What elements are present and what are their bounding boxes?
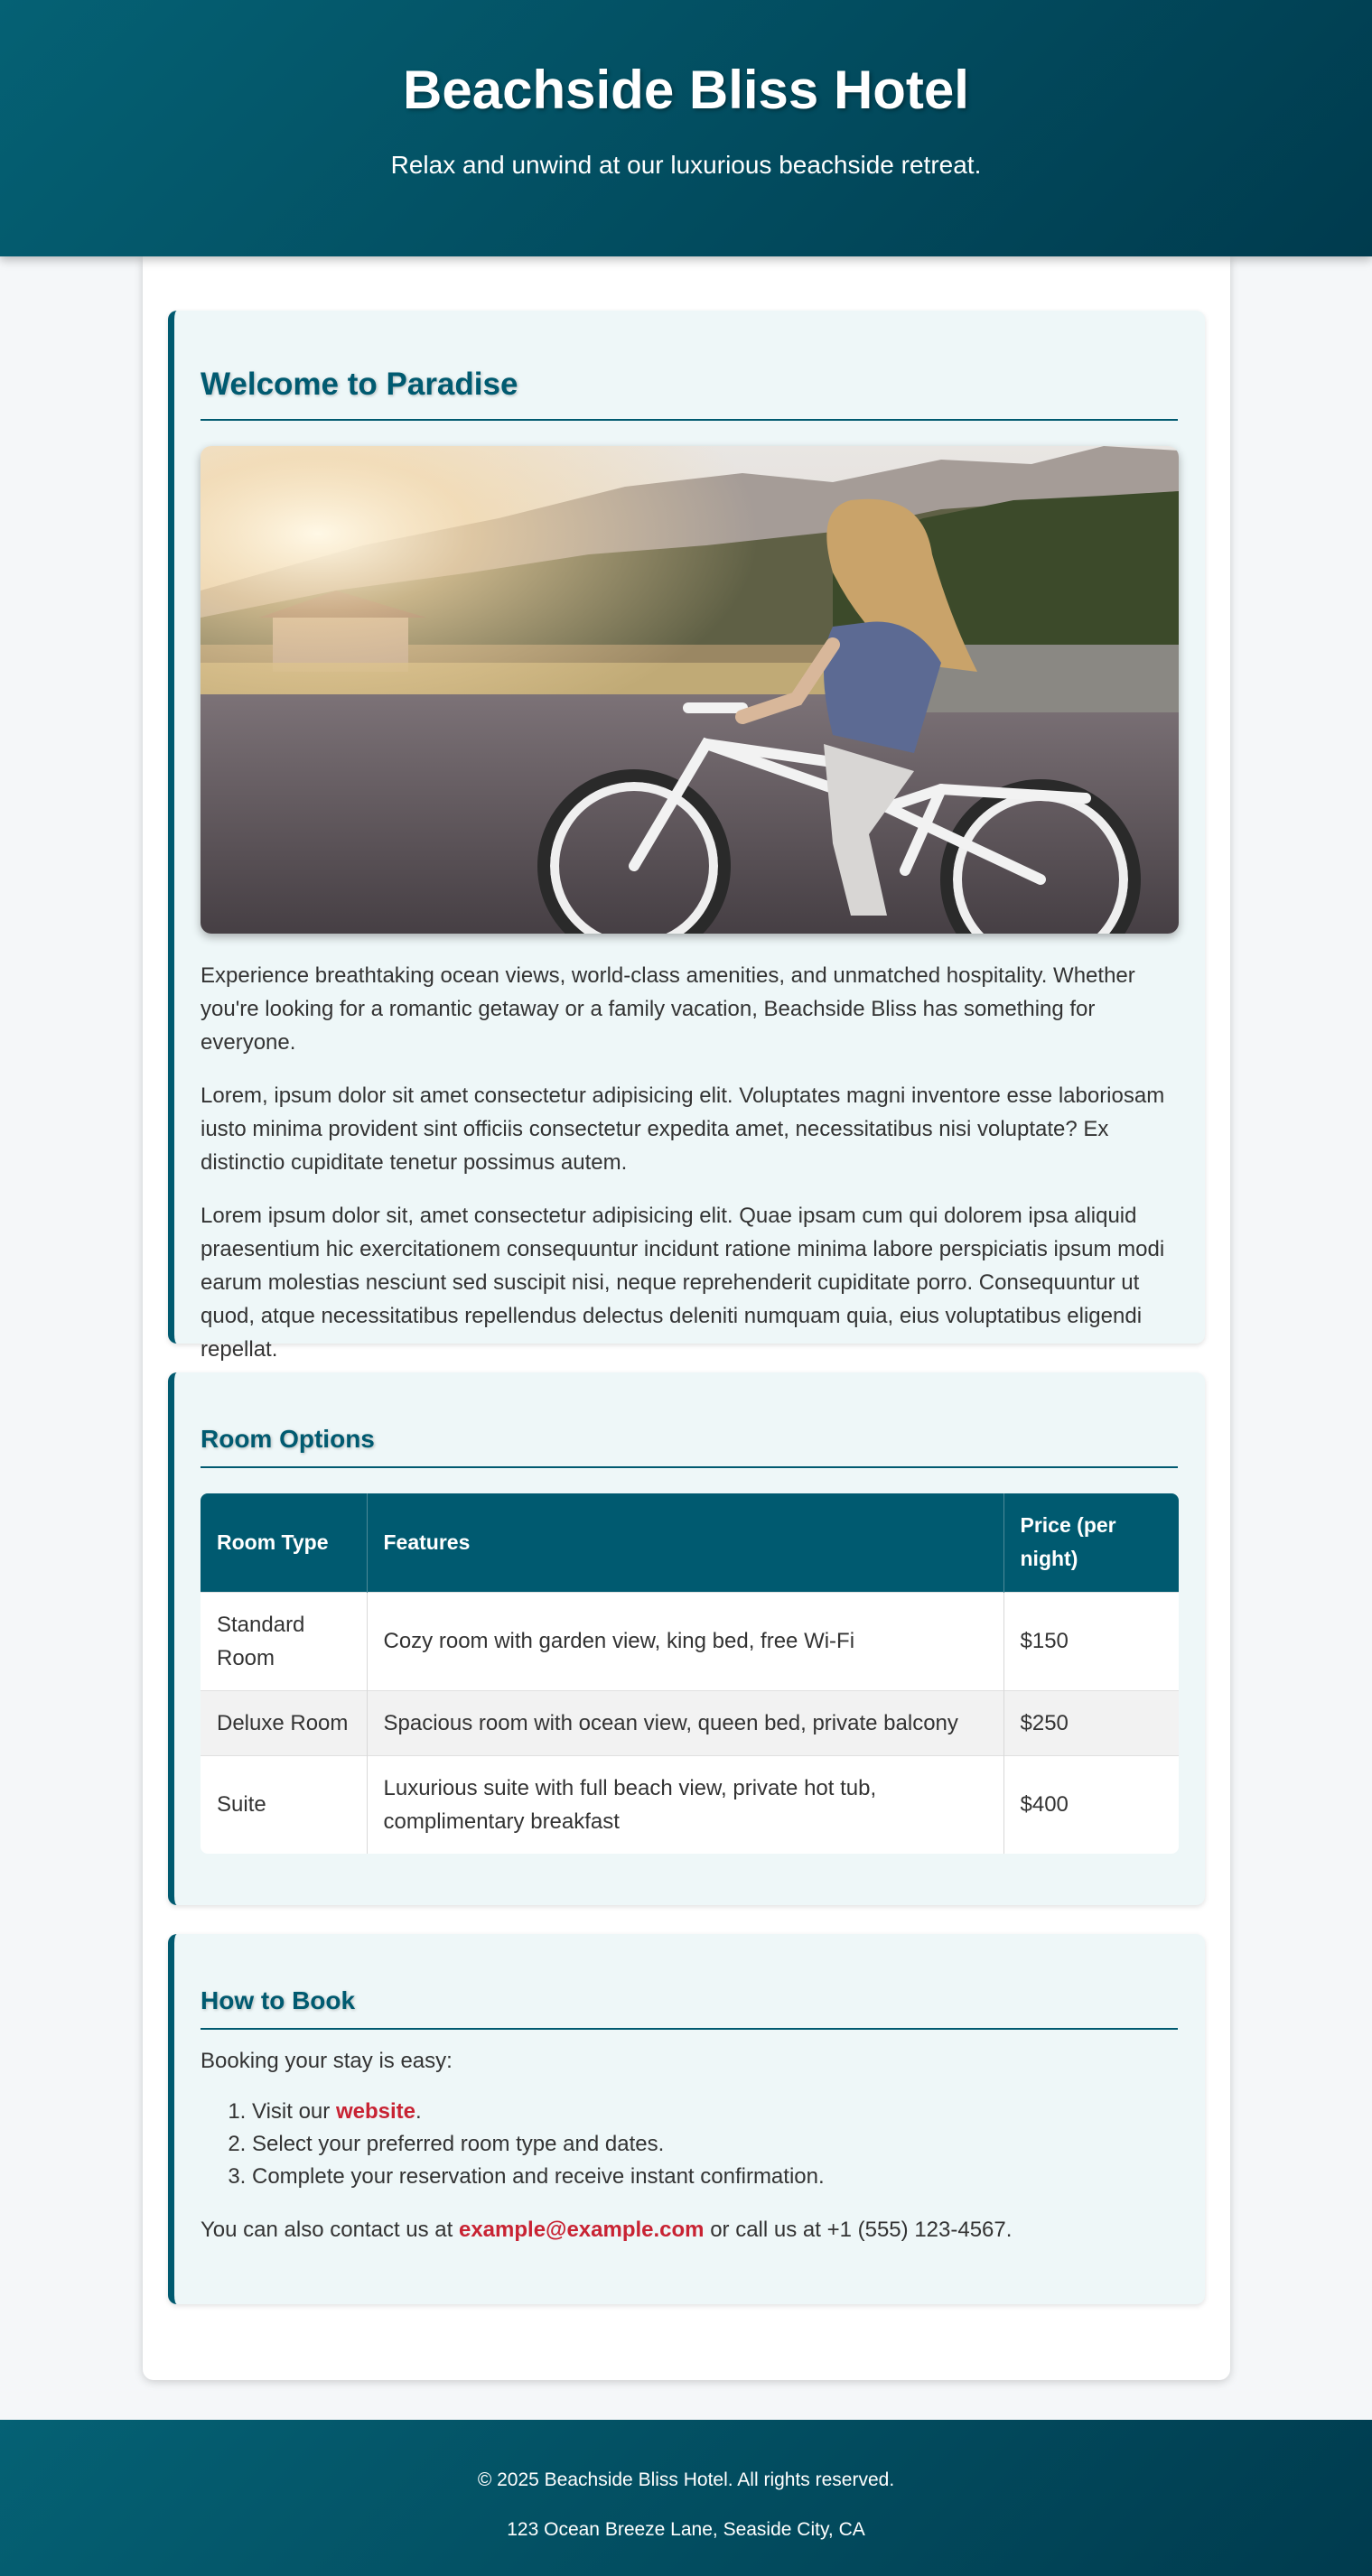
booking-section: How to Book Booking your stay is easy: V… [168,1934,1205,2304]
rooms-section: Room Options Room Type Features Price (p… [168,1372,1205,1905]
column-header-features: Features [367,1493,1004,1592]
site-header: Beachside Bliss Hotel Relax and unwind a… [0,0,1372,256]
booking-step: Select your preferred room type and date… [252,2128,1178,2161]
site-title: Beachside Bliss Hotel [403,60,969,120]
price-cell: $400 [1003,1754,1179,1854]
booking-intro: Booking your stay is easy: [201,2049,453,2073]
site-tagline: Relax and unwind at our luxurious beachs… [390,151,982,179]
footer-address: 123 Ocean Breeze Lane, Seaside City, CA [507,2519,865,2540]
contact-line: You can also contact us at example@examp… [201,2213,1178,2246]
features-cell: Spacious room with ocean view, queen bed… [367,1689,1004,1755]
email-link[interactable]: example@example.com [459,2218,705,2242]
room-type-cell: Standard Room [201,1591,368,1690]
price-cell: $150 [1003,1591,1179,1690]
contact-text: or call us at +1 (555) 123-4567. [704,2218,1013,2242]
features-cell: Luxurious suite with full beach view, pr… [367,1754,1004,1854]
site-footer: © 2025 Beachside Bliss Hotel. All rights… [0,2420,1372,2576]
price-cell: $250 [1003,1689,1179,1755]
table-header-row: Room Type Features Price (per night) [201,1493,1179,1592]
table-row: Suite Luxurious suite with full beach vi… [201,1754,1179,1854]
footer-copyright: © 2025 Beachside Bliss Hotel. All rights… [477,2469,895,2490]
features-cell: Cozy room with garden view, king bed, fr… [367,1591,1004,1690]
table-row: Standard Room Cozy room with garden view… [201,1591,1179,1690]
room-type-cell: Suite [201,1754,368,1854]
welcome-paragraph: Lorem, ipsum dolor sit amet consectetur … [201,1083,1165,1175]
booking-heading: How to Book [201,1934,1178,2030]
welcome-section: Welcome to Paradise Experience breathtak… [168,311,1205,1362]
welcome-paragraph: Experience breathtaking ocean views, wor… [201,963,1135,1055]
rooms-table: Room Type Features Price (per night) Sta… [201,1493,1179,1854]
room-type-cell: Deluxe Room [201,1689,368,1755]
welcome-heading: Welcome to Paradise [201,311,1178,421]
step-text: . [415,2099,422,2124]
website-link[interactable]: website [336,2099,415,2124]
booking-steps: Visit our website. Select your preferred… [201,2096,1178,2193]
welcome-paragraph: Lorem ipsum dolor sit, amet consectetur … [201,1204,1165,1362]
booking-step: Visit our website. [252,2096,1178,2128]
table-row: Deluxe Room Spacious room with ocean vie… [201,1689,1179,1755]
hero-image [201,446,1179,934]
contact-text: You can also contact us at [201,2218,459,2242]
rooms-heading: Room Options [201,1372,1178,1468]
column-header-room-type: Room Type [201,1493,368,1592]
step-text: Visit our [252,2099,336,2124]
main-container: Welcome to Paradise Experience breathtak… [143,256,1230,2380]
booking-step: Complete your reservation and receive in… [252,2161,1178,2193]
column-header-price: Price (per night) [1003,1493,1179,1592]
